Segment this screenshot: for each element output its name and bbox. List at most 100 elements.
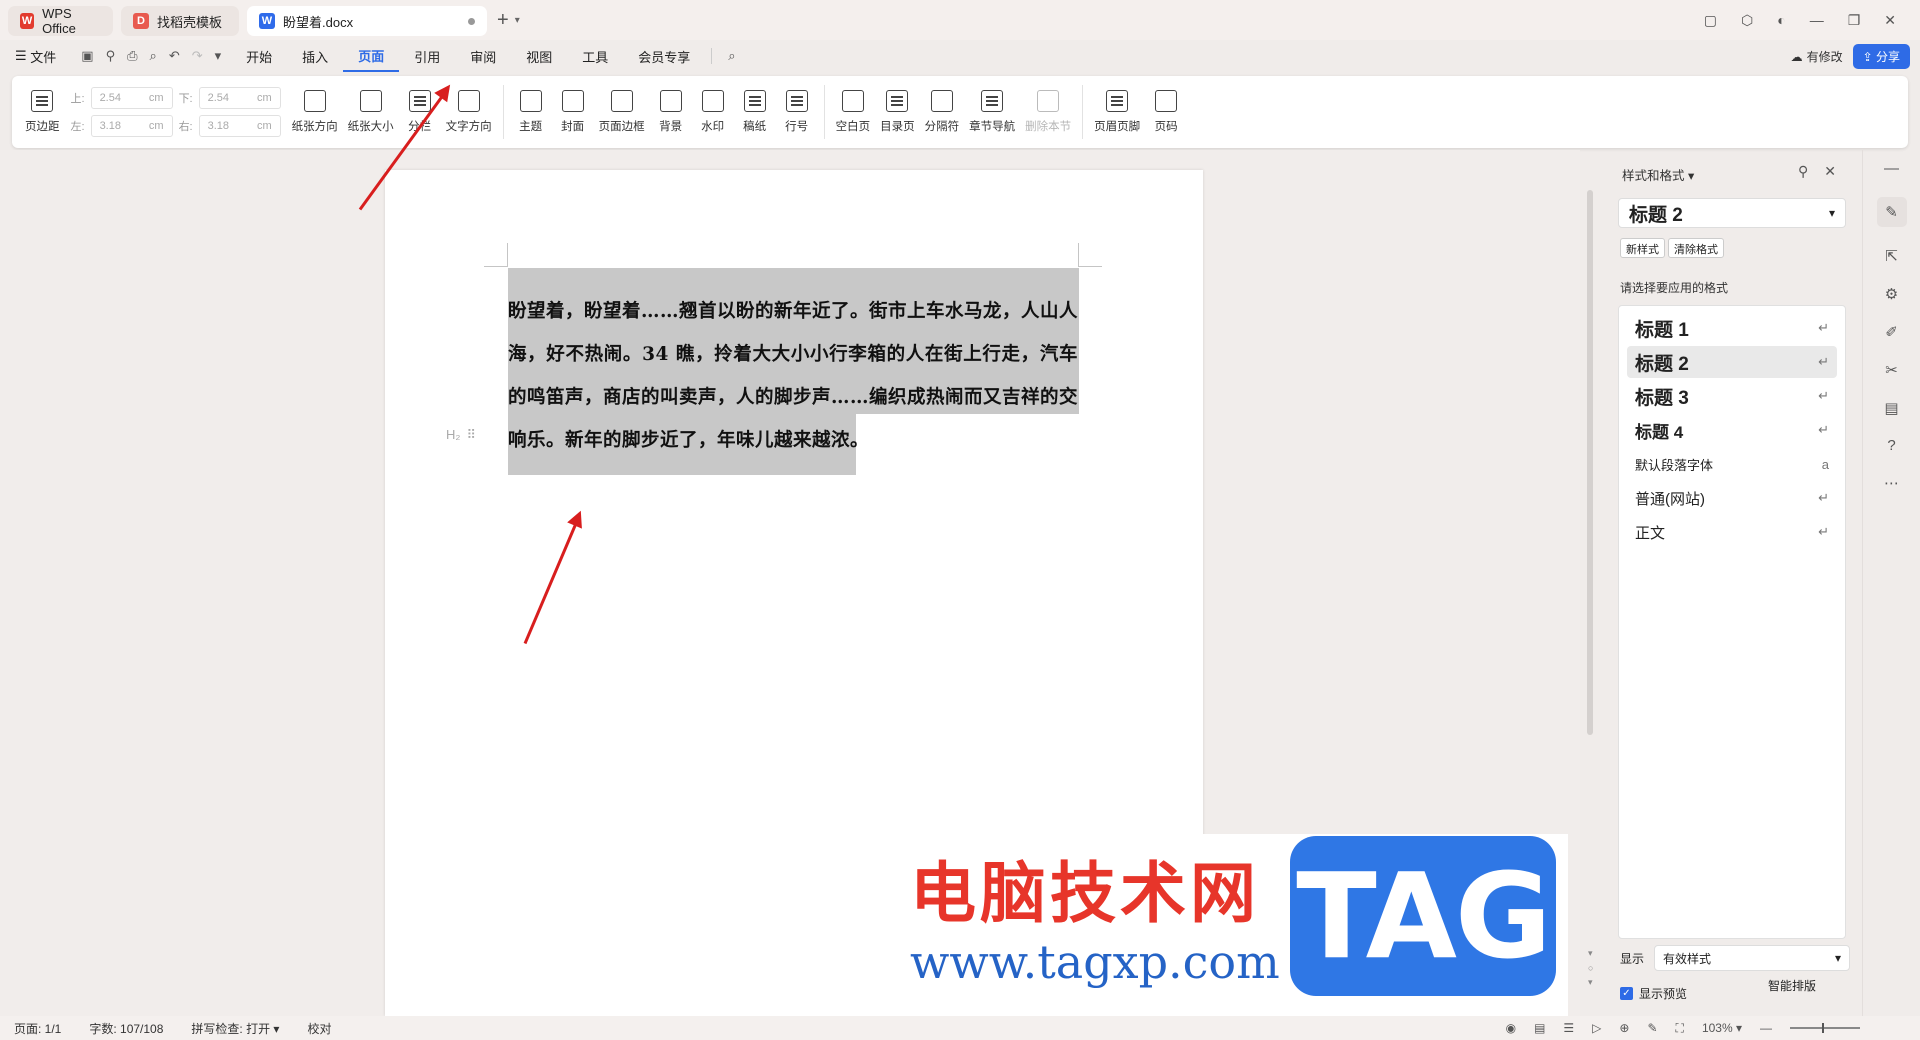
search-icon[interactable]: ⌕ <box>718 48 745 64</box>
blank-page-button[interactable]: 空白页 <box>831 90 876 134</box>
watermark-button[interactable]: 水印 <box>692 90 734 134</box>
outline-view-icon[interactable]: ☰ <box>1563 1021 1574 1035</box>
help-icon[interactable]: ? <box>1887 437 1895 454</box>
background-button[interactable]: 背景 <box>650 90 692 134</box>
delete-section-button[interactable]: 删除本节 <box>1020 90 1076 134</box>
print-icon[interactable]: ⎙ <box>127 48 137 64</box>
scrollbar-thumb[interactable] <box>1587 190 1593 735</box>
scroll-up-icon[interactable]: ▾ <box>1588 948 1593 959</box>
menu-start[interactable]: 开始 <box>231 40 287 72</box>
margin-left-input[interactable]: 3.18 cm <box>90 115 173 137</box>
new-tab-icon[interactable]: + <box>497 9 509 32</box>
page-number-button[interactable]: 页码 <box>1145 90 1187 134</box>
style-item[interactable]: 标题 3 ↵ <box>1627 380 1837 412</box>
tools-icon[interactable]: ✂ <box>1885 361 1898 379</box>
pin-icon[interactable]: ⚲ <box>1798 163 1808 180</box>
margin-right-input[interactable]: 3.18 cm <box>198 115 281 137</box>
more-icon[interactable]: ⋯ <box>1884 474 1899 492</box>
panel-title[interactable]: 样式和格式 ▾ <box>1622 165 1694 184</box>
style-item[interactable]: 标题 4 ↵ <box>1627 414 1837 446</box>
page-border-button[interactable]: 页面边框 <box>594 90 650 134</box>
paragraph-handle[interactable]: H₂ ⠿ <box>446 427 476 443</box>
toc-page-button[interactable]: 目录页 <box>875 90 920 134</box>
margin-top-input[interactable]: 2.54 cm <box>90 87 173 109</box>
selected-paragraph[interactable]: 盼望着，盼望着……翘首以盼的新年近了。街市上车水马龙，人山人海，好不热闹。34 … <box>508 290 1078 462</box>
line-number-button[interactable]: 行号 <box>776 90 818 134</box>
zoom-slider[interactable] <box>1790 1023 1860 1033</box>
menu-member[interactable]: 会员专享 <box>623 40 705 72</box>
minimize-icon[interactable]: — <box>1810 12 1824 28</box>
menu-tools[interactable]: 工具 <box>567 40 623 72</box>
separator-button[interactable]: 分隔符 <box>920 90 965 134</box>
reading-icon[interactable]: ▤ <box>1884 399 1898 417</box>
style-item[interactable]: 普通(网站) ↵ <box>1627 482 1837 514</box>
style-item[interactable]: 正文 ↵ <box>1627 516 1837 548</box>
menu-page[interactable]: 页面 <box>343 40 400 72</box>
file-menu[interactable]: ☰ 文件 <box>0 40 71 72</box>
word-count[interactable]: 字数: 107/108 <box>75 1020 177 1037</box>
page-count[interactable]: 页面: 1/1 <box>0 1020 75 1037</box>
preview-toggle[interactable]: ✓ 显示预览 <box>1620 985 1687 1002</box>
spell-check[interactable]: 拼写检查: 打开 ▾ <box>177 1020 293 1037</box>
theme-button[interactable]: 主题 <box>510 90 552 134</box>
clear-format-button[interactable]: 清除格式 <box>1668 238 1724 258</box>
style-pen-icon[interactable]: ✎ <box>1876 197 1907 227</box>
manuscript-button[interactable]: 稿纸 <box>734 90 776 134</box>
chapter-nav-button[interactable]: 章节导航 <box>964 90 1020 134</box>
fit-icon[interactable]: ⛶ <box>1676 1021 1684 1036</box>
pen-icon[interactable]: ✎ <box>1647 1021 1657 1035</box>
unsaved-dot-icon[interactable] <box>468 17 475 25</box>
redo-icon[interactable]: ↷ <box>192 48 203 64</box>
style-item[interactable]: 默认段落字体 a <box>1627 448 1837 480</box>
web-view-icon[interactable]: ⊕ <box>1619 1021 1629 1035</box>
edit-doc-icon[interactable]: ✐ <box>1885 323 1898 341</box>
close-icon[interactable]: ✕ <box>1884 12 1896 29</box>
checkbox-checked-icon[interactable]: ✓ <box>1620 987 1633 1000</box>
share-button[interactable]: ⇪ 分享 <box>1852 44 1910 69</box>
style-item[interactable]: 标题 2 ↵ <box>1627 346 1837 378</box>
drag-handle-icon[interactable]: ⠿ <box>466 427 476 443</box>
close-icon[interactable]: ✕ <box>1824 163 1836 180</box>
scroll-down-icon[interactable]: ▾ <box>1588 977 1593 988</box>
eye-icon[interactable]: ◉ <box>1506 1021 1516 1035</box>
save-icon[interactable]: ▣ <box>81 48 93 64</box>
menu-reference[interactable]: 引用 <box>399 40 455 72</box>
document-scrollbar[interactable] <box>1584 155 1596 1015</box>
new-style-button[interactable]: 新样式 <box>1620 238 1665 258</box>
tab-document[interactable]: W 盼望着.docx <box>247 6 487 36</box>
collapse-icon[interactable]: — <box>1884 160 1899 177</box>
header-footer-button[interactable]: 页眉页脚 <box>1089 90 1145 134</box>
orientation-button[interactable]: 纸张方向 <box>287 90 343 134</box>
undo-icon[interactable]: ↶ <box>169 48 180 64</box>
cube-icon[interactable]: ⬡ <box>1741 12 1753 29</box>
style-item[interactable]: 标题 1 ↵ <box>1627 312 1837 344</box>
modified-status[interactable]: ☁ 有修改 <box>1791 48 1843 65</box>
smart-layout-button[interactable]: 智能排版 <box>1768 977 1816 994</box>
zoom-level[interactable]: 103% ▾ <box>1702 1021 1742 1035</box>
tab-wps-office[interactable]: W WPS Office <box>8 6 113 36</box>
menu-insert[interactable]: 插入 <box>287 40 343 72</box>
chevron-down-icon[interactable]: ▾ <box>215 48 222 64</box>
link-icon[interactable]: ⚲ <box>106 48 116 64</box>
paper-size-button[interactable]: 纸张大小 <box>343 90 399 134</box>
proofread[interactable]: 校对 <box>293 1020 345 1037</box>
chevron-down-icon[interactable]: ▾ <box>515 15 520 26</box>
adjust-icon[interactable]: ⚙ <box>1885 285 1898 303</box>
preview-icon[interactable]: ⌕ <box>150 48 157 64</box>
show-filter-select[interactable]: 有效样式 ▾ <box>1654 945 1851 971</box>
tab-templates[interactable]: D 找稻壳模板 <box>121 6 239 36</box>
play-icon[interactable]: ▷ <box>1592 1021 1601 1035</box>
menu-view[interactable]: 视图 <box>511 40 567 72</box>
select-pointer-icon[interactable]: ⇱ <box>1885 247 1898 265</box>
layout-icon[interactable]: ▢ <box>1704 12 1717 29</box>
zoom-out-icon[interactable]: — <box>1760 1021 1772 1035</box>
cover-button[interactable]: 封面 <box>552 90 594 134</box>
scroll-dot-icon[interactable]: ○ <box>1588 963 1593 973</box>
avatar[interactable]: ◐ <box>1777 12 1785 28</box>
page-view-icon[interactable]: ▤ <box>1534 1021 1545 1035</box>
menu-review[interactable]: 审阅 <box>455 40 511 72</box>
current-style-select[interactable]: 标题 2 ▾ <box>1618 198 1846 228</box>
margins-button[interactable]: 页边距 <box>20 90 65 134</box>
restore-icon[interactable]: ❐ <box>1848 12 1861 29</box>
margin-bottom-input[interactable]: 2.54 cm <box>198 87 281 109</box>
